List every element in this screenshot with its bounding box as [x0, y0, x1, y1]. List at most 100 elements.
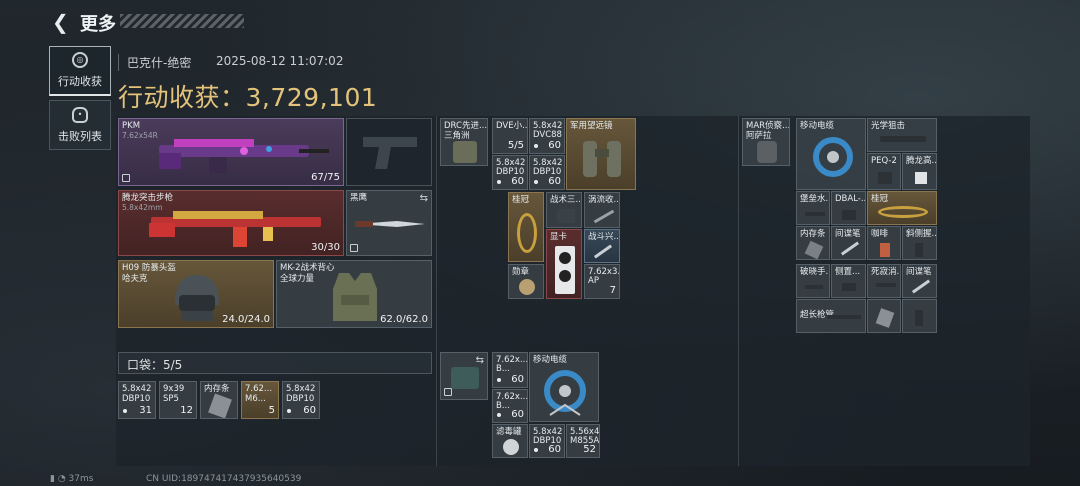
bag-item[interactable]: 移动电缆 — [529, 352, 599, 422]
chest-rig-icon — [453, 141, 477, 163]
swap-icon[interactable]: ⇆ — [420, 193, 428, 204]
item-name: 光学狙击 — [871, 121, 906, 131]
backpack-brand: 阿萨拉 — [746, 131, 772, 141]
bag-item[interactable]: 5.56x4... M855A... 52 — [566, 424, 600, 458]
slot-lock-icon — [122, 174, 130, 182]
back-arrow-icon[interactable]: ❮ — [52, 12, 72, 32]
weapon-name: PKM — [122, 121, 141, 131]
user-id: CN UID:189747417437935640539 — [146, 474, 302, 484]
tab-kills[interactable]: • 击败列表 — [49, 100, 111, 150]
item-name: 内存条 — [800, 229, 826, 239]
backpack-item[interactable]: 间谍笔 — [902, 264, 937, 298]
backpack-item-extra[interactable] — [867, 299, 901, 333]
syringe-icon — [593, 244, 613, 259]
pocket-item[interactable]: 5.8x42 DBP10 31 — [118, 381, 156, 419]
item-count: 60 — [548, 140, 561, 151]
backpack-item[interactable]: 腾龙高... — [902, 153, 937, 190]
rig-item[interactable]: 5.8x42 DVC88 60 — [529, 118, 565, 154]
backpack-item[interactable]: 侧置... — [831, 264, 866, 298]
ammo-dot-icon — [123, 409, 127, 413]
rig-item[interactable]: DVE小... 5/5 — [492, 118, 528, 154]
backpack-item[interactable]: PEQ-2 — [867, 153, 901, 190]
pistol-silhouette-icon — [363, 137, 417, 169]
item-count: 12 — [180, 405, 193, 416]
attachment-icon — [915, 172, 927, 184]
loot-item[interactable]: 显卡 — [546, 229, 582, 299]
backpack-item[interactable]: 间谍笔 — [831, 226, 866, 260]
rig-item[interactable]: 军用望远镜 — [566, 118, 636, 190]
backpack-item[interactable]: 斜侧握... — [902, 226, 937, 260]
backpack-item[interactable]: 超长枪管 — [796, 299, 866, 333]
vest-slot[interactable]: MK-2战术背心 全球力量 62.0/62.0 — [276, 260, 432, 328]
bag-item[interactable]: 滤毒罐 — [492, 424, 528, 458]
rig-brand: 三角洲 — [444, 131, 470, 141]
loot-item[interactable]: 涡流收... — [584, 192, 620, 228]
item-sub: B... — [496, 364, 510, 374]
helmet-icon — [175, 275, 219, 321]
backpack-slot[interactable]: MAR侦察... 阿萨拉 — [742, 118, 790, 166]
grip-icon — [915, 310, 923, 326]
pocket-item[interactable]: 9x39 SP5 12 — [159, 381, 197, 419]
item-name: 显卡 — [550, 232, 568, 242]
primary-weapon-2[interactable]: 腾龙突击步枪 5.8x42mm 30/30 — [118, 190, 344, 256]
rig-item[interactable]: 5.8x42 DBP10 60 — [529, 155, 565, 190]
tab-haul[interactable]: ◎ 行动收获 — [49, 46, 111, 96]
loot-item[interactable]: 桂冠 — [508, 192, 544, 262]
pen-icon — [840, 241, 860, 256]
item-sub: DVC88 — [533, 130, 562, 140]
helmet-brand: 哈夫克 — [122, 274, 148, 284]
bag-item[interactable]: 7.62x... B... 60 — [492, 352, 528, 388]
backpack-item[interactable]: 光学狙击 — [867, 118, 937, 152]
ammo-count: 30/30 — [311, 242, 340, 253]
backpack-item-extra[interactable] — [902, 299, 937, 333]
item-sub: M6... — [245, 394, 266, 404]
item-name: 勋章 — [512, 267, 530, 277]
backpack-item[interactable]: 桂冠 — [867, 191, 937, 225]
backpack-item[interactable]: 移动电缆 — [796, 118, 866, 190]
loot-item[interactable]: 勋章 — [508, 264, 544, 299]
filter-canister-icon — [503, 439, 519, 455]
item-name: 战斗兴... — [588, 232, 620, 242]
item-sub: DBP10 — [122, 394, 151, 404]
slot-lock-icon — [350, 244, 358, 252]
primary-weapon-1[interactable]: PKM 7.62x54R 67/75 — [118, 118, 344, 186]
item-count: 60 — [511, 374, 524, 385]
swap-icon[interactable]: ⇆ — [476, 355, 484, 366]
pocket-item[interactable]: 5.8x42 DBP10 60 — [282, 381, 320, 419]
chest-rig-slot[interactable]: DRC先进... 三角洲 — [440, 118, 488, 166]
graphics-card-icon — [555, 246, 575, 294]
item-count: 5 — [268, 405, 275, 416]
backpack-item[interactable]: 咖啡 — [867, 226, 901, 260]
medal-icon — [519, 279, 535, 295]
backpack-item[interactable]: 内存条 — [796, 226, 830, 260]
loot-item[interactable]: 战术三... — [546, 192, 582, 228]
rig-name: DRC先进... — [444, 121, 488, 131]
ammo-dot-icon — [287, 409, 291, 413]
loot-item[interactable]: 战斗兴... — [584, 229, 620, 263]
item-name: 5.8x42 — [122, 384, 152, 394]
backpack-item[interactable]: 破晓手... — [796, 264, 830, 298]
helmet-slot[interactable]: H09 防暴头盔 哈夫克 24.0/24.0 — [118, 260, 274, 328]
pistol-slot-empty[interactable] — [346, 118, 432, 186]
vest-durability: 62.0/62.0 — [380, 314, 428, 325]
bag-slot[interactable]: ⇆ — [440, 352, 488, 400]
pocket-item[interactable]: 7.62... M6... 5 — [241, 381, 279, 419]
pocket-item[interactable]: 内存条 — [200, 381, 238, 419]
scope-icon — [880, 136, 926, 142]
vest-brand: 全球力量 — [280, 274, 315, 284]
item-count: 31 — [139, 405, 152, 416]
melee-slot[interactable]: 黑鹰 ⇆ — [346, 190, 432, 256]
backpack-item[interactable]: 堡垒水... — [796, 191, 830, 225]
loot-item[interactable]: 7.62x3... AP 7 — [584, 264, 620, 299]
item-name: 死寂消... — [871, 267, 900, 277]
backpack-item[interactable]: DBAL-... — [831, 191, 866, 225]
item-name: 桂冠 — [512, 195, 530, 205]
bag-item[interactable]: 7.62x... B... 60 — [492, 389, 528, 423]
vest-name: MK-2战术背心 — [280, 263, 335, 273]
bag-item[interactable]: 5.8x42 DBP10 60 — [529, 424, 565, 458]
item-name: 涡流收... — [588, 195, 620, 205]
rig-item[interactable]: 5.8x42 DBP10 60 — [492, 155, 528, 190]
backpack-item[interactable]: 死寂消... — [867, 264, 901, 298]
laurel-icon — [517, 213, 537, 253]
ammo-dot-icon — [534, 144, 538, 148]
